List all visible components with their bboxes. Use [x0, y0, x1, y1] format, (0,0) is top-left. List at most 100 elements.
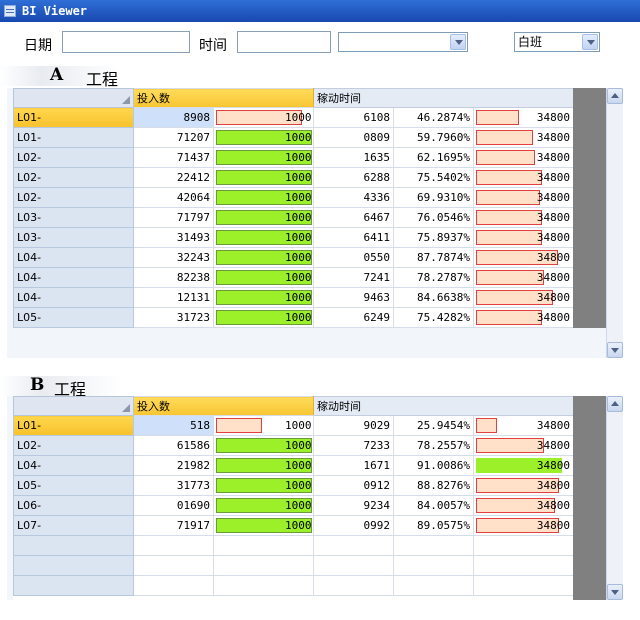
cell-input[interactable]: 31493: [133, 227, 214, 248]
table-row[interactable]: L02- 71437 1000 1635 62.1695% 34800: [13, 147, 573, 168]
cell-operation[interactable]: 6288: [313, 167, 394, 188]
cell-capacity[interactable]: 34800: [473, 147, 573, 168]
cell-capacity[interactable]: 34800: [473, 127, 573, 148]
row-line[interactable]: L02-: [13, 167, 134, 188]
cell-operation[interactable]: 9029: [313, 415, 394, 436]
cell-target[interactable]: 1000: [213, 495, 314, 516]
cell-capacity[interactable]: 34800: [473, 167, 573, 188]
cell-operation[interactable]: 9463: [313, 287, 394, 308]
table-row[interactable]: L04- 21982 1000 1671 91.0086% 34800: [13, 455, 573, 476]
shift-select[interactable]: 白班: [514, 32, 600, 52]
cell-target[interactable]: 1000: [213, 167, 314, 188]
cell-percent[interactable]: 84.0057%: [393, 495, 474, 516]
cell-target[interactable]: 1000: [213, 515, 314, 536]
cell-target[interactable]: 1000: [213, 267, 314, 288]
cell-percent[interactable]: 62.1695%: [393, 147, 474, 168]
cell-percent[interactable]: 84.6638%: [393, 287, 474, 308]
table-row[interactable]: L05- 31773 1000 0912 88.8276% 34800: [13, 475, 573, 496]
cell-percent[interactable]: 75.4282%: [393, 307, 474, 328]
row-line[interactable]: L02-: [13, 187, 134, 208]
cell-input[interactable]: 21982: [133, 455, 214, 476]
cell-target[interactable]: 1000: [213, 207, 314, 228]
row-line[interactable]: L03-: [13, 207, 134, 228]
scroll-up-icon[interactable]: [607, 396, 623, 412]
cell-capacity[interactable]: 34800: [473, 475, 573, 496]
cell-operation[interactable]: 0809: [313, 127, 394, 148]
cell-input[interactable]: 12131: [133, 287, 214, 308]
row-line[interactable]: L01-: [13, 127, 134, 148]
cell-percent[interactable]: 91.0086%: [393, 455, 474, 476]
table-row[interactable]: L06- 01690 1000 9234 84.0057% 34800: [13, 495, 573, 516]
row-line[interactable]: L05-: [13, 475, 134, 496]
cell-target[interactable]: 1000: [213, 187, 314, 208]
row-line[interactable]: L01-: [13, 107, 134, 128]
cell-percent[interactable]: 78.2557%: [393, 435, 474, 456]
cell-capacity[interactable]: 34800: [473, 207, 573, 228]
cell-input[interactable]: 518: [133, 415, 214, 436]
cell-target[interactable]: 1000: [213, 435, 314, 456]
cell-capacity[interactable]: 34800: [473, 287, 573, 308]
cell-operation[interactable]: 6467: [313, 207, 394, 228]
cell-capacity[interactable]: 34800: [473, 247, 573, 268]
table-row[interactable]: L01- 518 1000 9029 25.9454% 34800: [13, 415, 573, 436]
cell-target[interactable]: 1000: [213, 475, 314, 496]
cell-input[interactable]: 71437: [133, 147, 214, 168]
cell-input[interactable]: 01690: [133, 495, 214, 516]
cell-target[interactable]: 1000: [213, 307, 314, 328]
cell-input[interactable]: 71207: [133, 127, 214, 148]
section-a-scrollbar[interactable]: [606, 88, 623, 358]
cell-input[interactable]: 42064: [133, 187, 214, 208]
cell-capacity[interactable]: 34800: [473, 307, 573, 328]
cell-operation[interactable]: 6108: [313, 107, 394, 128]
row-line[interactable]: L01-: [13, 415, 134, 436]
cell-operation[interactable]: 0912: [313, 475, 394, 496]
cell-input[interactable]: 71917: [133, 515, 214, 536]
cell-target[interactable]: 1000: [213, 127, 314, 148]
cell-capacity[interactable]: 34800: [473, 495, 573, 516]
table-row[interactable]: L03- 71797 1000 6467 76.0546% 34800: [13, 207, 573, 228]
table-row[interactable]: L01- 8908 1000 6108 46.2874% 34800: [13, 107, 573, 128]
scroll-up-icon[interactable]: [607, 88, 623, 104]
header-operation[interactable]: 稼动时间: [313, 396, 573, 416]
cell-percent[interactable]: 75.5402%: [393, 167, 474, 188]
row-line[interactable]: L04-: [13, 455, 134, 476]
cell-operation[interactable]: 1635: [313, 147, 394, 168]
cell-capacity[interactable]: 34800: [473, 435, 573, 456]
row-line[interactable]: L03-: [13, 227, 134, 248]
date-input[interactable]: [62, 31, 190, 53]
cell-input[interactable]: 8908: [133, 107, 214, 128]
cell-capacity[interactable]: 34800: [473, 227, 573, 248]
scroll-down-icon[interactable]: [607, 584, 623, 600]
cell-input[interactable]: 82238: [133, 267, 214, 288]
cell-input[interactable]: 22412: [133, 167, 214, 188]
table-row[interactable]: L04- 82238 1000 7241 78.2787% 34800: [13, 267, 573, 288]
section-b-scrollbar[interactable]: [606, 396, 623, 600]
cell-target[interactable]: 1000: [213, 247, 314, 268]
cell-target[interactable]: 1000: [213, 107, 314, 128]
table-row[interactable]: L01- 71207 1000 0809 59.7960% 34800: [13, 127, 573, 148]
cell-percent[interactable]: 87.7874%: [393, 247, 474, 268]
cell-percent[interactable]: 46.2874%: [393, 107, 474, 128]
table-row[interactable]: L04- 12131 1000 9463 84.6638% 34800: [13, 287, 573, 308]
filter-combo[interactable]: [338, 32, 468, 52]
cell-percent[interactable]: 78.2787%: [393, 267, 474, 288]
table-row[interactable]: L03- 31493 1000 6411 75.8937% 34800: [13, 227, 573, 248]
cell-operation[interactable]: 7241: [313, 267, 394, 288]
cell-capacity[interactable]: 34800: [473, 267, 573, 288]
cell-input[interactable]: 71797: [133, 207, 214, 228]
cell-operation[interactable]: 6411: [313, 227, 394, 248]
table-row[interactable]: L05- 31723 1000 6249 75.4282% 34800: [13, 307, 573, 328]
row-line[interactable]: L04-: [13, 247, 134, 268]
cell-percent[interactable]: 25.9454%: [393, 415, 474, 436]
cell-percent[interactable]: 69.9310%: [393, 187, 474, 208]
cell-operation[interactable]: 4336: [313, 187, 394, 208]
header-operation[interactable]: 稼动时间: [313, 88, 573, 108]
time-input[interactable]: [237, 31, 331, 53]
table-row[interactable]: L02- 61586 1000 7233 78.2557% 34800: [13, 435, 573, 456]
cell-percent[interactable]: 88.8276%: [393, 475, 474, 496]
cell-input[interactable]: 61586: [133, 435, 214, 456]
cell-percent[interactable]: 75.8937%: [393, 227, 474, 248]
cell-input[interactable]: 31723: [133, 307, 214, 328]
cell-capacity[interactable]: 34800: [473, 187, 573, 208]
cell-input[interactable]: 32243: [133, 247, 214, 268]
